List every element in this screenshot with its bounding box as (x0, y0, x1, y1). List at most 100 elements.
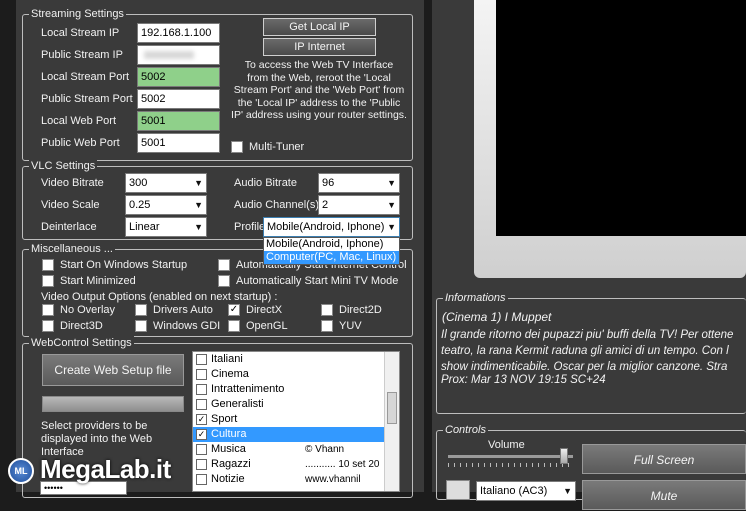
direct3d-checkbox[interactable] (42, 320, 54, 332)
deinterlace-select[interactable]: Linear ▼ (125, 217, 207, 237)
local-stream-ip-label: Local Stream IP (41, 27, 120, 39)
multi-tuner-checkbox[interactable] (231, 141, 243, 153)
provider-label: Italiani (211, 353, 243, 365)
get-local-ip-button[interactable]: Get Local IP (263, 18, 376, 36)
provider-label: Cinema (211, 368, 249, 380)
volume-tick (508, 463, 509, 467)
provider-row[interactable]: ✓ Sport (193, 412, 386, 427)
drivers-auto-checkbox[interactable] (135, 304, 147, 316)
audio-channels-value: 2 (322, 199, 329, 211)
profile-option-computer[interactable]: Computer(PC, Mac, Linux) (264, 251, 399, 264)
info-title: Informations (443, 291, 508, 305)
volume-tick (538, 463, 539, 467)
provider-checkbox[interactable] (196, 369, 207, 380)
vlc-settings-title: VLC Settings (29, 159, 98, 173)
provider-row[interactable]: Generalisti (193, 397, 386, 412)
provider-checkbox[interactable] (196, 384, 207, 395)
windows-gdi-checkbox[interactable] (135, 320, 147, 332)
volume-track (448, 455, 573, 458)
create-web-setup-button[interactable]: Create Web Setup file (42, 354, 184, 386)
directx-checkbox[interactable]: ✓ (228, 304, 240, 316)
audio-track-select[interactable]: Italiano (AC3) ▼ (476, 481, 576, 501)
desc-line: teatro, la rana Kermit raduna gli amici … (441, 345, 729, 357)
public-stream-ip-label: Public Stream IP (41, 49, 123, 61)
megalab-logo-icon: ML (8, 458, 34, 484)
auto-internet-checkbox[interactable] (218, 259, 230, 271)
audio-channels-select[interactable]: 2 ▼ (318, 195, 400, 215)
yuv-checkbox[interactable] (321, 320, 333, 332)
local-stream-ip-field[interactable]: 192.168.1.100 (137, 23, 220, 43)
local-stream-port-field[interactable]: 5002 (137, 67, 220, 87)
profile-option-mobile[interactable]: Mobile(Android, Iphone) (264, 238, 399, 251)
deinterlace-value: Linear (129, 221, 160, 233)
desc-line: Il grande ritorno dei pupazzi piu' buffi… (441, 329, 734, 341)
provider-row[interactable]: Musica © Vhann (193, 442, 386, 457)
volume-label: Volume (488, 439, 525, 451)
provider-checkbox[interactable]: ✓ (196, 429, 207, 440)
provider-row[interactable]: Ragazzi ........... 10 set 20 (193, 457, 386, 472)
provider-checkbox[interactable] (196, 474, 207, 485)
volume-ticks (448, 463, 573, 468)
audio-channels-label: Audio Channel(s) (234, 199, 319, 211)
auto-mini-checkbox[interactable] (218, 275, 230, 287)
volume-slider-thumb[interactable] (560, 448, 569, 464)
provider-label: Notizie (211, 473, 245, 485)
provider-checkbox[interactable]: ✓ (196, 414, 207, 425)
audio-bitrate-select[interactable]: 96 ▼ (318, 173, 400, 193)
provider-label: Intrattenimento (211, 383, 285, 395)
providers-line: Select providers to be (41, 420, 148, 432)
provider-extra: ........... 10 set 20 (305, 459, 380, 470)
provider-row[interactable]: Italiani (193, 352, 386, 367)
direct2d-checkbox[interactable] (321, 304, 333, 316)
provider-row[interactable]: ✓ Cultura (193, 427, 386, 442)
public-stream-port-field[interactable]: 5002 (137, 89, 220, 109)
public-web-port-label: Public Web Port (41, 137, 120, 149)
public-stream-port-label: Public Stream Port (41, 93, 133, 105)
provider-row[interactable]: Notizie www.vhannil (193, 472, 386, 487)
provider-checkbox[interactable] (196, 354, 207, 365)
help-line: IP' address using your router settings. (231, 109, 407, 122)
next-program: Prox: Mar 13 NOV 19:15 SC+24 (441, 374, 606, 386)
watermark-text: MegaLab.it (40, 454, 171, 484)
volume-tick (532, 463, 533, 467)
provider-row[interactable]: Cinema (193, 367, 386, 382)
public-web-port-field[interactable]: 5001 (137, 133, 220, 153)
auto-mini-label: Automatically Start Mini TV Mode (236, 275, 399, 287)
directx-label: DirectX (246, 304, 283, 316)
provider-label: Musica (211, 443, 246, 455)
dropdown-arrow-icon: ▼ (563, 486, 572, 496)
ip-internet-button[interactable]: IP Internet (263, 38, 376, 56)
full-screen-button[interactable]: Full Screen (582, 444, 746, 474)
video-bitrate-label: Video Bitrate (41, 177, 104, 189)
video-scale-select[interactable]: 0.25 ▼ (125, 195, 207, 215)
volume-tick (556, 463, 557, 467)
audio-icon[interactable] (446, 480, 470, 500)
no-overlay-checkbox[interactable] (42, 304, 54, 316)
streaming-help-text: To access the Web TV Interface from the … (229, 59, 409, 122)
provider-row[interactable]: Intrattenimento (193, 382, 386, 397)
scroll-thumb[interactable] (387, 392, 397, 424)
local-stream-port-label: Local Stream Port (41, 71, 130, 83)
profile-select[interactable]: Mobile(Android, Iphone) ▼ (263, 217, 400, 237)
list-scrollbar[interactable] (384, 352, 399, 491)
provider-checkbox[interactable] (196, 444, 207, 455)
provider-checkbox[interactable] (196, 399, 207, 410)
mute-button[interactable]: Mute (582, 480, 746, 510)
volume-tick (502, 463, 503, 467)
provider-checkbox[interactable] (196, 459, 207, 470)
video-bitrate-select[interactable]: 300 ▼ (125, 173, 207, 193)
provider-label: Sport (211, 413, 238, 425)
local-web-port-field[interactable]: 5001 (137, 111, 220, 131)
audio-bitrate-label: Audio Bitrate (234, 177, 297, 189)
dropdown-arrow-icon: ▼ (387, 200, 396, 210)
start-windows-checkbox[interactable] (42, 259, 54, 271)
dropdown-arrow-icon: ▼ (387, 222, 396, 232)
volume-tick (514, 463, 515, 467)
providers-list[interactable]: Italiani Cinema Intrattenimento Generalisti… (192, 351, 400, 492)
multi-tuner-label: Multi-Tuner (249, 141, 305, 153)
dropdown-arrow-icon: ▼ (387, 178, 396, 188)
opengl-checkbox[interactable] (228, 320, 240, 332)
audio-bitrate-value: 96 (322, 177, 335, 189)
start-minimized-checkbox[interactable] (42, 275, 54, 287)
public-stream-ip-field[interactable] (137, 45, 220, 65)
